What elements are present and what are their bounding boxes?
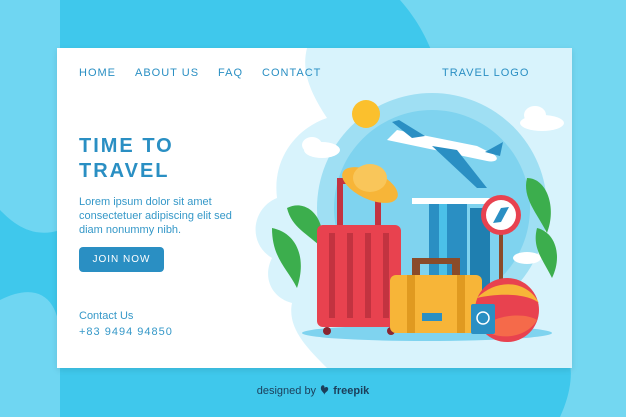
join-now-button[interactable]: JOIN NOW bbox=[79, 247, 164, 272]
landing-card: HOME ABOUT US FAQ CONTACT TRAVEL LOGO TI… bbox=[57, 48, 572, 368]
nav-faq[interactable]: FAQ bbox=[218, 67, 243, 79]
passport-icon bbox=[471, 304, 495, 334]
freepik-logo-icon bbox=[320, 385, 329, 395]
travel-logo[interactable]: TRAVEL LOGO bbox=[442, 67, 529, 79]
credit-brand[interactable]: freepik bbox=[333, 385, 369, 397]
credit-prefix: designed by bbox=[256, 385, 317, 397]
hero-body: Lorem ipsum dolor sit amet consectetuer … bbox=[79, 196, 232, 236]
footer-credit: designed by freepik bbox=[0, 384, 626, 397]
sun-icon bbox=[352, 100, 380, 128]
nav-home[interactable]: HOME bbox=[79, 67, 116, 79]
top-nav: HOME ABOUT US FAQ CONTACT bbox=[79, 67, 340, 79]
hero-headline: TIME TO TRAVEL bbox=[79, 135, 174, 182]
contact-phone[interactable]: +83 9494 94850 bbox=[79, 326, 173, 338]
nav-about-us[interactable]: ABOUT US bbox=[135, 67, 199, 79]
nav-contact[interactable]: CONTACT bbox=[262, 67, 321, 79]
contact-title: Contact Us bbox=[79, 310, 134, 322]
